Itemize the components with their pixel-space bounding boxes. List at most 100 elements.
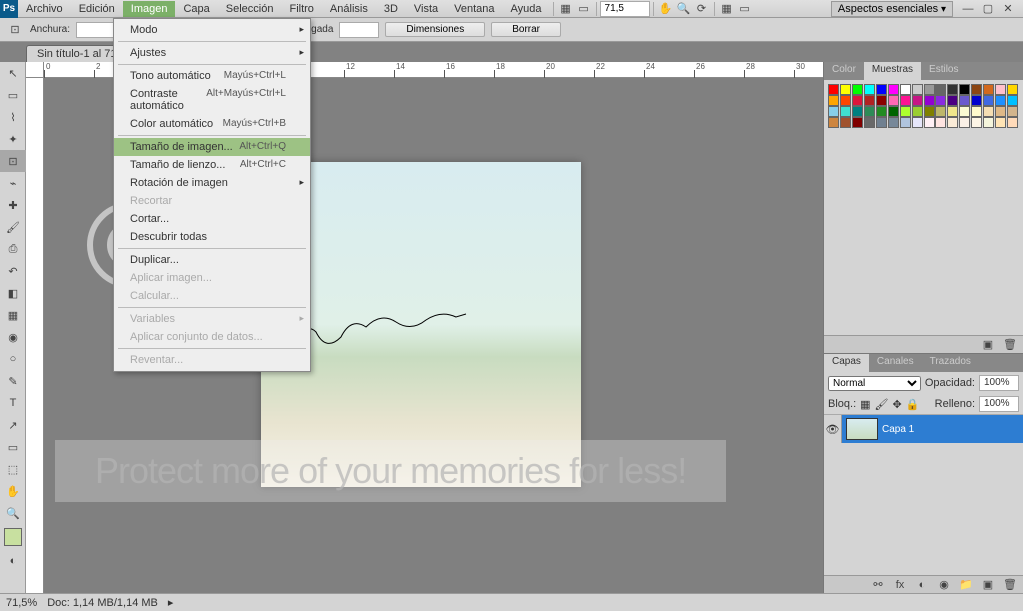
swatch[interactable] <box>828 84 839 95</box>
tab-trazados[interactable]: Trazados <box>922 354 979 372</box>
zoom-field[interactable]: 71,5 <box>600 1 650 17</box>
type-tool-icon[interactable]: T <box>0 392 26 414</box>
lock-all-icon[interactable]: 🔒 <box>906 398 920 411</box>
swatch[interactable] <box>1007 106 1018 117</box>
swatch[interactable] <box>876 106 887 117</box>
menuitem-contraste-autom-tico[interactable]: Contraste automáticoAlt+Mayús+Ctrl+L <box>114 85 310 115</box>
swatch[interactable] <box>1007 95 1018 106</box>
menu-selección[interactable]: Selección <box>218 1 282 17</box>
swatch[interactable] <box>1007 117 1018 128</box>
layer-fx-icon[interactable]: fx <box>891 577 909 593</box>
swatch[interactable] <box>852 106 863 117</box>
layer-name[interactable]: Capa 1 <box>882 424 914 435</box>
swatch[interactable] <box>840 117 851 128</box>
swatch[interactable] <box>888 117 899 128</box>
foreground-swatch[interactable] <box>4 528 22 546</box>
hand-tool-icon[interactable]: ✋ <box>0 480 26 502</box>
lock-pixels-icon[interactable]: 🖌 <box>875 398 889 411</box>
menuitem-color-autom-tico[interactable]: Color automáticoMayús+Ctrl+B <box>114 115 310 133</box>
tab-canales[interactable]: Canales <box>869 354 922 372</box>
swatch[interactable] <box>995 95 1006 106</box>
menuitem-descubrir-todas[interactable]: Descubrir todas <box>114 228 310 246</box>
path-tool-icon[interactable]: ↗ <box>0 414 26 436</box>
menu-ayuda[interactable]: Ayuda <box>503 1 550 17</box>
swatch[interactable] <box>959 84 970 95</box>
menu-ventana[interactable]: Ventana <box>446 1 502 17</box>
menuitem-tono-autom-tico[interactable]: Tono automáticoMayús+Ctrl+L <box>114 67 310 85</box>
swatch[interactable] <box>995 117 1006 128</box>
blend-mode-select[interactable]: Normal <box>828 376 921 391</box>
layer-mask-icon[interactable]: ◐ <box>913 577 931 593</box>
menuitem-duplicar-[interactable]: Duplicar... <box>114 251 310 269</box>
swatch[interactable] <box>971 106 982 117</box>
swatch[interactable] <box>947 106 958 117</box>
pen-tool-icon[interactable]: ✎ <box>0 370 26 392</box>
link-layers-icon[interactable]: ⚯ <box>869 577 887 593</box>
swatch[interactable] <box>924 106 935 117</box>
menu-3d[interactable]: 3D <box>376 1 406 17</box>
rotate-icon[interactable]: ⟳ <box>693 1 711 17</box>
layer-row[interactable]: 👁 Capa 1 <box>824 415 1023 443</box>
menuitem-cortar-[interactable]: Cortar... <box>114 210 310 228</box>
hand-icon[interactable]: ✋ <box>657 1 675 17</box>
swatch[interactable] <box>840 106 851 117</box>
quickmask-icon[interactable]: ◐ <box>0 550 26 572</box>
menuitem-ajustes[interactable]: Ajustes <box>114 44 310 62</box>
swatch[interactable] <box>828 117 839 128</box>
swatch[interactable] <box>912 106 923 117</box>
swatch[interactable] <box>971 95 982 106</box>
menu-análisis[interactable]: Análisis <box>322 1 376 17</box>
zoom-icon[interactable]: 🔍 <box>675 1 693 17</box>
swatch[interactable] <box>959 95 970 106</box>
menu-imagen[interactable]: Imagen <box>123 1 176 17</box>
launch-bridge-icon[interactable]: ▦ <box>557 1 575 17</box>
swatch[interactable] <box>852 117 863 128</box>
swatch[interactable] <box>935 106 946 117</box>
swatch[interactable] <box>959 106 970 117</box>
lock-transparent-icon[interactable]: ▦ <box>860 398 870 411</box>
menuitem-modo[interactable]: Modo <box>114 21 310 39</box>
healing-tool-icon[interactable]: ✚ <box>0 194 26 216</box>
menu-archivo[interactable]: Archivo <box>18 1 71 17</box>
swatch[interactable] <box>971 84 982 95</box>
brush-tool-icon[interactable]: 🖌 <box>0 216 26 238</box>
screen-mode-icon[interactable]: ▭ <box>736 1 754 17</box>
workspace-selector[interactable]: Aspectos esenciales ▾ <box>831 1 953 17</box>
eyedropper-tool-icon[interactable]: ⌁ <box>0 172 26 194</box>
new-swatch-icon[interactable]: ▣ <box>979 337 997 353</box>
swatch[interactable] <box>840 84 851 95</box>
swatch[interactable] <box>900 117 911 128</box>
maximize-icon[interactable]: ▢ <box>979 1 997 17</box>
swatch[interactable] <box>888 106 899 117</box>
swatch[interactable] <box>900 106 911 117</box>
clear-button[interactable]: Borrar <box>491 22 561 37</box>
swatch[interactable] <box>828 95 839 106</box>
menu-vista[interactable]: Vista <box>406 1 446 17</box>
marquee-tool-icon[interactable]: ▭ <box>0 84 26 106</box>
opacity-value[interactable]: 100% <box>979 375 1019 391</box>
swatch[interactable] <box>828 106 839 117</box>
3d-tool-icon[interactable]: ⬚ <box>0 458 26 480</box>
swatch[interactable] <box>876 95 887 106</box>
menu-edición[interactable]: Edición <box>71 1 123 17</box>
swatch[interactable] <box>1007 84 1018 95</box>
crop-tool-icon[interactable]: ⊡ <box>0 150 26 172</box>
adjustment-layer-icon[interactable]: ◉ <box>935 577 953 593</box>
swatch[interactable] <box>900 95 911 106</box>
status-zoom[interactable]: 71,5% <box>6 597 37 609</box>
menuitem-rotaci-n-de-imagen[interactable]: Rotación de imagen <box>114 174 310 192</box>
swatch[interactable] <box>924 84 935 95</box>
swatch[interactable] <box>983 95 994 106</box>
tab-muestras[interactable]: Muestras <box>864 62 921 80</box>
swatch[interactable] <box>924 117 935 128</box>
swatch[interactable] <box>876 84 887 95</box>
swatch[interactable] <box>852 84 863 95</box>
swatch[interactable] <box>983 106 994 117</box>
delete-layer-icon[interactable]: 🗑 <box>1001 577 1019 593</box>
zoom-tool-icon[interactable]: 🔍 <box>0 502 26 524</box>
shape-tool-icon[interactable]: ▭ <box>0 436 26 458</box>
stamp-tool-icon[interactable]: ⎙ <box>0 238 26 260</box>
menu-filtro[interactable]: Filtro <box>281 1 321 17</box>
new-layer-icon[interactable]: ▣ <box>979 577 997 593</box>
close-icon[interactable]: ✕ <box>999 1 1017 17</box>
